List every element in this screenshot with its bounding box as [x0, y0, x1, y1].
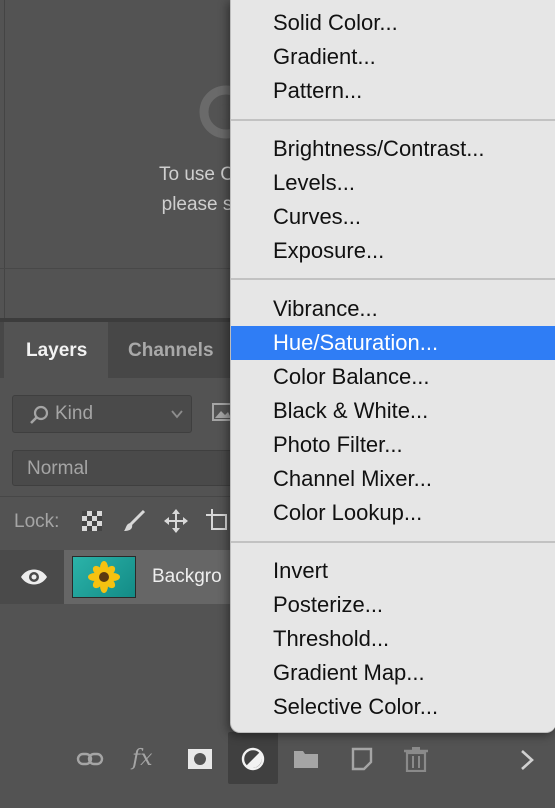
adjustment-layer-menu: Solid Color... Gradient... Pattern... Br… — [230, 0, 555, 733]
search-icon — [30, 405, 49, 424]
brush-icon[interactable] — [122, 509, 146, 533]
folder-icon[interactable] — [292, 746, 320, 772]
menu-item-invert[interactable]: Invert — [231, 554, 555, 588]
chevron-down-icon — [171, 410, 183, 419]
menu-item-hue-saturation[interactable]: Hue/Saturation... — [231, 326, 555, 360]
menu-item-vibrance[interactable]: Vibrance... — [231, 292, 555, 326]
kind-filter-select[interactable]: Kind — [12, 395, 192, 433]
tab-layers[interactable]: Layers — [4, 322, 108, 378]
menu-item-gradient-map[interactable]: Gradient Map... — [231, 656, 555, 690]
menu-item-solid-color[interactable]: Solid Color... — [231, 6, 555, 40]
tab-channels[interactable]: Channels — [106, 322, 214, 378]
chevron-right-icon[interactable] — [516, 748, 538, 772]
menu-item-color-lookup[interactable]: Color Lookup... — [231, 496, 555, 530]
layer-thumbnail — [72, 556, 136, 598]
menu-item-color-balance[interactable]: Color Balance... — [231, 360, 555, 394]
menu-item-channel-mixer[interactable]: Channel Mixer... — [231, 462, 555, 496]
trash-icon[interactable] — [402, 746, 430, 772]
panel-edge — [4, 0, 5, 318]
menu-item-black-white[interactable]: Black & White... — [231, 394, 555, 428]
layer-name: Backgro — [152, 566, 222, 587]
lock-label: Lock: — [14, 511, 60, 532]
move-icon[interactable] — [164, 509, 188, 533]
mask-icon[interactable] — [186, 746, 214, 772]
sunflower-icon — [88, 561, 120, 593]
menu-item-posterize[interactable]: Posterize... — [231, 588, 555, 622]
blend-mode-select[interactable]: Normal — [12, 450, 242, 486]
menu-item-photo-filter[interactable]: Photo Filter... — [231, 428, 555, 462]
menu-separator — [231, 278, 555, 280]
menu-item-pattern[interactable]: Pattern... — [231, 74, 555, 108]
adjustment-icon[interactable] — [239, 746, 267, 772]
kind-filter-label: Kind — [55, 403, 94, 424]
eye-icon[interactable] — [20, 566, 48, 588]
menu-item-curves[interactable]: Curves... — [231, 200, 555, 234]
menu-item-threshold[interactable]: Threshold... — [231, 622, 555, 656]
menu-item-brightness-contrast[interactable]: Brightness/Contrast... — [231, 132, 555, 166]
lock-transparent-pixels-icon[interactable] — [80, 509, 104, 533]
menu-item-levels[interactable]: Levels... — [231, 166, 555, 200]
fx-icon[interactable]: fx — [132, 746, 162, 772]
menu-separator — [231, 119, 555, 121]
menu-item-exposure[interactable]: Exposure... — [231, 234, 555, 268]
artboard-icon[interactable] — [206, 509, 230, 533]
menu-separator — [231, 541, 555, 543]
new-layer-icon[interactable] — [348, 746, 376, 772]
menu-item-selective-color[interactable]: Selective Color... — [231, 690, 555, 724]
menu-item-gradient[interactable]: Gradient... — [231, 40, 555, 74]
link-icon[interactable] — [76, 746, 104, 772]
